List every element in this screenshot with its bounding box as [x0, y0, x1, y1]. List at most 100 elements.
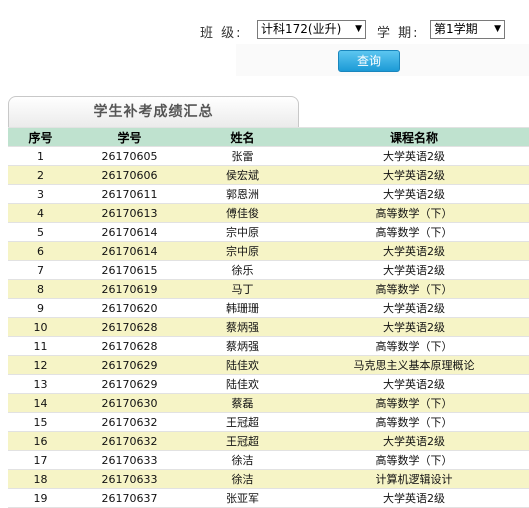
cell-name: 王冠超 — [186, 431, 299, 451]
cell-student-id: 26170606 — [73, 165, 186, 185]
cell-student-id: 26170632 — [73, 431, 186, 451]
cell-index: 17 — [8, 450, 73, 470]
cell-index: 8 — [8, 279, 73, 299]
table-row: 15 26170632 王冠超 高等数学（下） — [8, 412, 529, 432]
table-row: 13 26170629 陆佳欢 大学英语2级 — [8, 374, 529, 394]
cell-name: 陆佳欢 — [186, 355, 299, 375]
table-body: 1 26170605 张雷 大学英语2级 2 26170606 侯宏斌 大学英语2级 3 2617… — [8, 146, 529, 508]
cell-index: 9 — [8, 298, 73, 318]
cell-name: 马丁 — [186, 279, 299, 299]
cell-index: 13 — [8, 374, 73, 394]
cell-student-id: 26170619 — [73, 279, 186, 299]
col-header-index: 序号 — [8, 127, 73, 147]
cell-student-id: 26170630 — [73, 393, 186, 413]
cell-name: 郭恩洲 — [186, 184, 299, 204]
table-row: 3 26170611 郭恩洲 大学英语2级 — [8, 184, 529, 204]
cell-name: 蔡炳强 — [186, 336, 299, 356]
cell-index: 12 — [8, 355, 73, 375]
col-header-student-id: 学号 — [73, 127, 186, 147]
cell-course: 大学英语2级 — [299, 488, 529, 508]
table-header-row: 序号 学号 姓名 课程名称 — [8, 127, 529, 147]
results-table: 序号 学号 姓名 课程名称 1 26170605 张雷 大学英语2级 2 26170606… — [8, 127, 529, 508]
table-row: 10 26170628 蔡炳强 大学英语2级 — [8, 317, 529, 337]
cell-name: 蔡磊 — [186, 393, 299, 413]
cell-student-id: 26170614 — [73, 241, 186, 261]
cell-student-id: 26170605 — [73, 146, 186, 166]
cell-student-id: 26170633 — [73, 469, 186, 489]
cell-name: 徐乐 — [186, 260, 299, 280]
table-row: 2 26170606 侯宏斌 大学英语2级 — [8, 165, 529, 185]
table-row: 19 26170637 张亚军 大学英语2级 — [8, 488, 529, 508]
cell-course: 大学英语2级 — [299, 298, 529, 318]
cell-index: 15 — [8, 412, 73, 432]
cell-index: 1 — [8, 146, 73, 166]
table-row: 14 26170630 蔡磊 高等数学（下） — [8, 393, 529, 413]
cell-student-id: 26170613 — [73, 203, 186, 223]
filter-bar: 班 级: 计科172(业升) ▼ 学 期: 第1学期 ▼ — [0, 18, 529, 44]
table-row: 11 26170628 蔡炳强 高等数学（下） — [8, 336, 529, 356]
cell-course: 大学英语2级 — [299, 317, 529, 337]
cell-student-id: 26170620 — [73, 298, 186, 318]
cell-index: 4 — [8, 203, 73, 223]
cell-name: 陆佳欢 — [186, 374, 299, 394]
table-row: 5 26170614 宗中原 高等数学（下） — [8, 222, 529, 242]
table-row: 9 26170620 韩珊珊 大学英语2级 — [8, 298, 529, 318]
table-row: 17 26170633 徐洁 高等数学（下） — [8, 450, 529, 470]
cell-course: 高等数学（下） — [299, 393, 529, 413]
cell-name: 宗中原 — [186, 222, 299, 242]
cell-index: 19 — [8, 488, 73, 508]
table-row: 4 26170613 傅佳俊 高等数学（下） — [8, 203, 529, 223]
cell-student-id: 26170615 — [73, 260, 186, 280]
table-row: 6 26170614 宗中原 大学英语2级 — [8, 241, 529, 261]
cell-index: 18 — [8, 469, 73, 489]
query-button[interactable]: 查询 — [338, 50, 400, 72]
class-select[interactable]: 计科172(业升) ▼ — [257, 20, 366, 39]
cell-student-id: 26170633 — [73, 450, 186, 470]
term-label: 学 期: — [377, 26, 420, 41]
cell-name: 蔡炳强 — [186, 317, 299, 337]
cell-index: 14 — [8, 393, 73, 413]
cell-index: 10 — [8, 317, 73, 337]
cell-student-id: 26170637 — [73, 488, 186, 508]
chevron-down-icon: ▼ — [355, 24, 362, 34]
cell-index: 5 — [8, 222, 73, 242]
cell-course: 大学英语2级 — [299, 260, 529, 280]
cell-course: 大学英语2级 — [299, 165, 529, 185]
table-row: 12 26170629 陆佳欢 马克思主义基本原理概论 — [8, 355, 529, 375]
cell-course: 高等数学（下） — [299, 450, 529, 470]
cell-course: 高等数学（下） — [299, 203, 529, 223]
table-row: 18 26170633 徐洁 计算机逻辑设计 — [8, 469, 529, 489]
cell-name: 王冠超 — [186, 412, 299, 432]
cell-student-id: 26170628 — [73, 317, 186, 337]
cell-index: 2 — [8, 165, 73, 185]
cell-name: 傅佳俊 — [186, 203, 299, 223]
cell-course: 大学英语2级 — [299, 146, 529, 166]
class-select-value: 计科172(业升) — [261, 22, 342, 36]
cell-name: 张亚军 — [186, 488, 299, 508]
cell-index: 3 — [8, 184, 73, 204]
cell-index: 16 — [8, 431, 73, 451]
cell-course: 大学英语2级 — [299, 241, 529, 261]
cell-index: 7 — [8, 260, 73, 280]
cell-course: 大学英语2级 — [299, 184, 529, 204]
cell-course: 高等数学（下） — [299, 336, 529, 356]
cell-name: 张雷 — [186, 146, 299, 166]
cell-index: 6 — [8, 241, 73, 261]
cell-course: 高等数学（下） — [299, 222, 529, 242]
cell-student-id: 26170632 — [73, 412, 186, 432]
term-select-value: 第1学期 — [434, 22, 478, 36]
chevron-down-icon: ▼ — [494, 24, 501, 34]
cell-name: 徐洁 — [186, 450, 299, 470]
term-select[interactable]: 第1学期 ▼ — [430, 20, 505, 39]
table-row: 1 26170605 张雷 大学英语2级 — [8, 146, 529, 166]
cell-course: 大学英语2级 — [299, 374, 529, 394]
table-row: 7 26170615 徐乐 大学英语2级 — [8, 260, 529, 280]
tab-title: 学生补考成绩汇总 — [8, 96, 299, 127]
cell-name: 宗中原 — [186, 241, 299, 261]
table-row: 16 26170632 王冠超 大学英语2级 — [8, 431, 529, 451]
class-label: 班 级: — [200, 26, 243, 41]
cell-index: 11 — [8, 336, 73, 356]
col-header-name: 姓名 — [186, 127, 299, 147]
cell-name: 徐洁 — [186, 469, 299, 489]
cell-course: 高等数学（下） — [299, 412, 529, 432]
